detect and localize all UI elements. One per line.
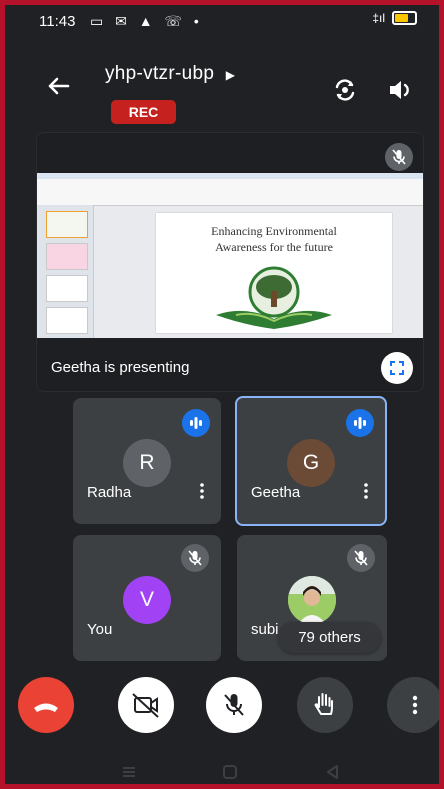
recording-badge: REC bbox=[111, 100, 176, 124]
speaker-icon[interactable] bbox=[383, 73, 417, 107]
meeting-top-bar: yhp-vtzr-ubp ▶ REC bbox=[5, 55, 439, 125]
recent-apps-icon[interactable] bbox=[120, 763, 138, 781]
mic-off-icon bbox=[354, 550, 368, 566]
status-time: 11:43 bbox=[39, 13, 76, 30]
participant-name: Geetha bbox=[251, 484, 301, 501]
avatar: V bbox=[123, 576, 171, 624]
participant-name: You bbox=[87, 621, 113, 638]
avatar-photo bbox=[288, 576, 336, 624]
more-vert-icon[interactable] bbox=[197, 483, 207, 499]
participant-name: Radha bbox=[87, 484, 132, 501]
muted-badge bbox=[347, 544, 375, 572]
more-vert-icon[interactable] bbox=[361, 483, 371, 499]
camera-toggle-button[interactable] bbox=[118, 677, 174, 733]
participant-tile-you[interactable]: V You bbox=[73, 535, 221, 661]
powerpoint-ribbon bbox=[37, 173, 423, 206]
raise-hand-icon bbox=[314, 693, 333, 715]
slide-thumbnail[interactable] bbox=[46, 243, 88, 270]
android-navigation-bar bbox=[5, 755, 439, 784]
avatar: R bbox=[123, 439, 171, 487]
home-icon[interactable] bbox=[221, 763, 239, 781]
slide-title-line-1: Enhancing Environmental bbox=[211, 224, 337, 238]
others-count-chip[interactable]: 79 others bbox=[278, 622, 381, 653]
more-options-button[interactable] bbox=[387, 677, 439, 733]
signal-icon: ‡ıl bbox=[372, 11, 385, 25]
audio-level-icon bbox=[190, 417, 202, 429]
mic-off-icon bbox=[392, 149, 406, 165]
fullscreen-icon bbox=[390, 361, 404, 375]
fullscreen-button[interactable] bbox=[381, 352, 413, 384]
status-bar: 11:43 ▭ ✉ ▲ ☏ • ‡ıl bbox=[5, 5, 439, 41]
call-controls bbox=[5, 677, 439, 735]
end-call-icon bbox=[34, 703, 58, 712]
participant-name: subi bbox=[251, 621, 279, 638]
mic-off-icon bbox=[224, 694, 244, 716]
status-right: ‡ıl bbox=[372, 11, 417, 25]
participant-tile-geetha[interactable]: G Geetha bbox=[235, 396, 387, 526]
back-nav-icon[interactable] bbox=[323, 763, 341, 781]
presentation-tile[interactable]: Enhancing Environmental Awareness for th… bbox=[36, 132, 424, 392]
mic-off-icon bbox=[188, 550, 202, 566]
slide-thumbnail[interactable] bbox=[46, 211, 88, 238]
end-call-button[interactable] bbox=[18, 677, 74, 733]
muted-badge bbox=[181, 544, 209, 572]
speaking-indicator bbox=[182, 409, 210, 437]
speaking-indicator bbox=[346, 409, 374, 437]
meeting-code[interactable]: yhp-vtzr-ubp ▶ bbox=[105, 63, 235, 85]
chevron-right-icon: ▶ bbox=[225, 68, 236, 82]
environment-logo bbox=[216, 266, 332, 329]
participant-tile-radha[interactable]: R Radha bbox=[73, 398, 221, 524]
slide-thumbnails-panel bbox=[37, 205, 94, 338]
presentation-muted-badge bbox=[385, 143, 413, 171]
slide-title: Enhancing Environmental Awareness for th… bbox=[156, 223, 392, 255]
current-slide: Enhancing Environmental Awareness for th… bbox=[156, 213, 392, 333]
profile-photo-icon bbox=[288, 576, 336, 624]
battery-icon bbox=[392, 11, 417, 25]
slide-thumbnail[interactable] bbox=[46, 275, 88, 302]
avatar: G bbox=[287, 439, 335, 487]
phone-frame: 11:43 ▭ ✉ ▲ ☏ • ‡ıl yhp-vtzr-ubp ▶ REC E… bbox=[0, 0, 444, 789]
powerpoint-title-bar bbox=[37, 173, 423, 179]
back-arrow-icon[interactable] bbox=[43, 71, 73, 101]
presenting-status: Geetha is presenting bbox=[51, 359, 190, 376]
audio-level-icon bbox=[354, 417, 366, 429]
raise-hand-button[interactable] bbox=[297, 677, 353, 733]
status-notification-icons: ▭ ✉ ▲ ☏ • bbox=[90, 13, 203, 29]
slide-title-line-2: Awareness for the future bbox=[215, 240, 333, 254]
more-vert-icon bbox=[412, 695, 418, 715]
mic-toggle-button[interactable] bbox=[206, 677, 262, 733]
switch-camera-icon[interactable] bbox=[328, 73, 362, 107]
shared-screen: Enhancing Environmental Awareness for th… bbox=[37, 173, 423, 338]
meeting-code-text: yhp-vtzr-ubp bbox=[105, 63, 215, 84]
battery-level bbox=[395, 14, 408, 22]
slide-thumbnail[interactable] bbox=[46, 307, 88, 334]
camera-off-icon bbox=[132, 693, 159, 718]
